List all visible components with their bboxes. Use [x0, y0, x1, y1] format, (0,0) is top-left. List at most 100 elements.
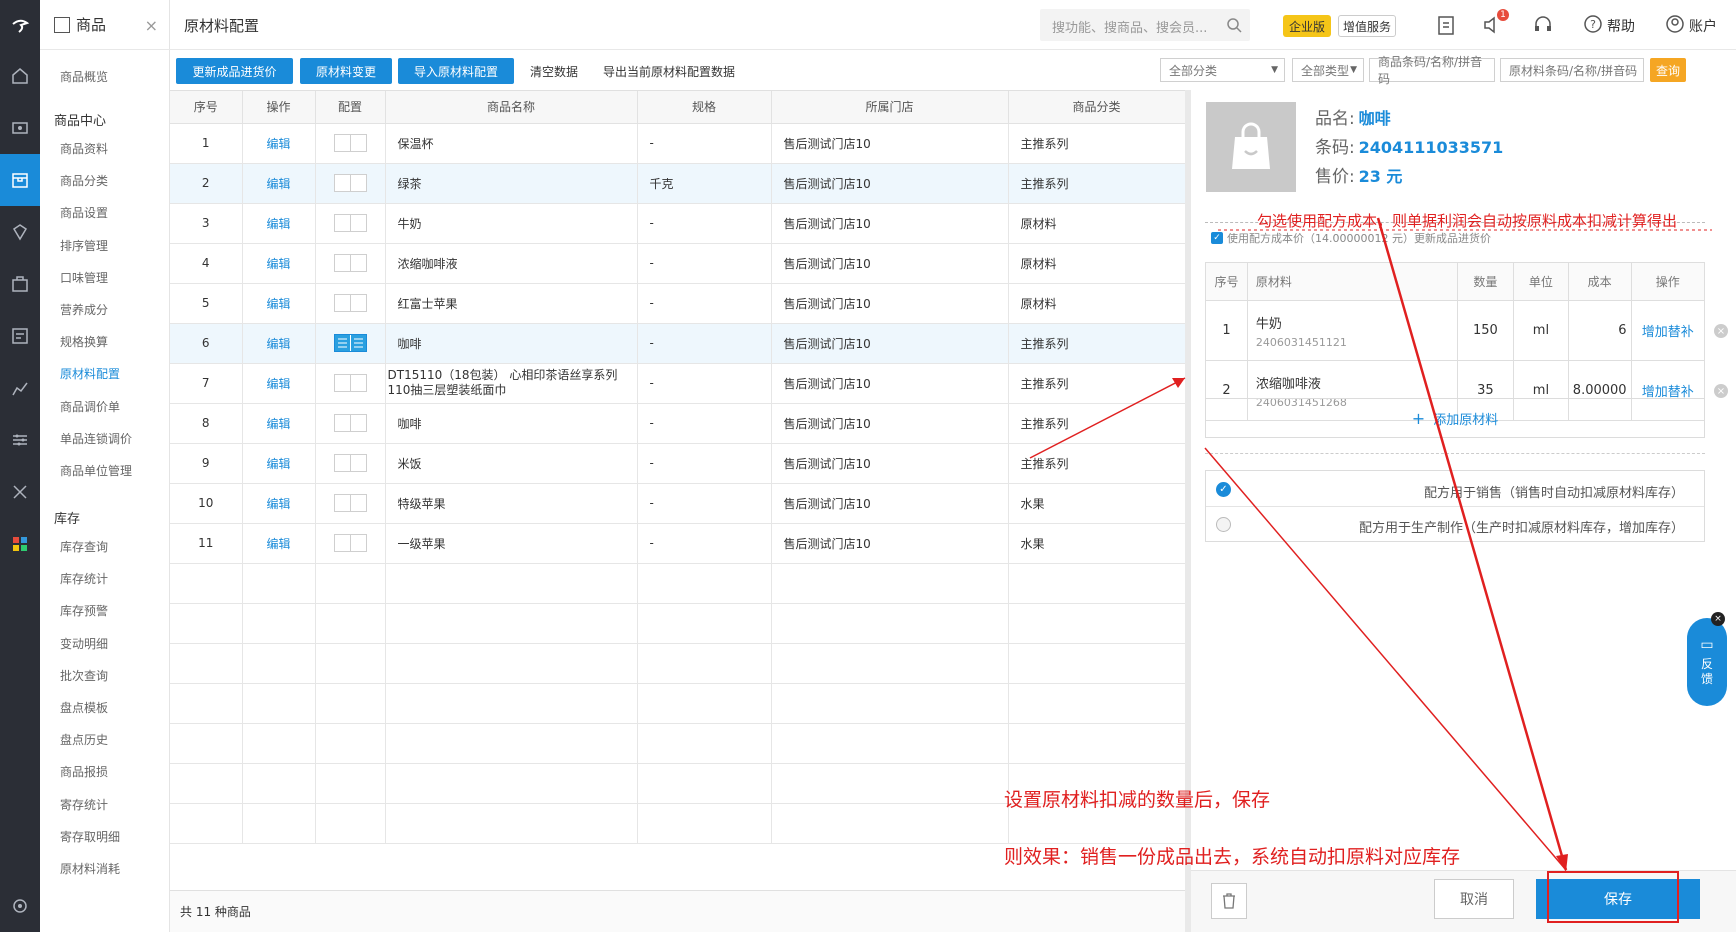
- menu-item[interactable]: 单品连锁调价: [60, 430, 132, 447]
- option-sale[interactable]: ✓ 配方用于销售（销售时自动扣减原材料库存）: [1206, 471, 1704, 507]
- config-book-icon[interactable]: [333, 174, 367, 192]
- feedback-button[interactable]: ▭ 反馈 ×: [1687, 612, 1727, 706]
- purchase-icon[interactable]: [0, 258, 40, 310]
- menu-item[interactable]: 商品分类: [60, 172, 108, 189]
- material-qty[interactable]: 150: [1456, 300, 1515, 361]
- menu-item[interactable]: 原材料配置: [60, 365, 120, 382]
- config-book-icon[interactable]: [333, 214, 367, 232]
- table-row[interactable]: 5 编辑 红富士苹果 - 售后测试门店10 原材料: [170, 283, 1186, 324]
- menu-item[interactable]: 盘点历史: [60, 731, 108, 748]
- menu-item[interactable]: 商品设置: [60, 204, 108, 221]
- config-book-icon[interactable]: [333, 334, 367, 352]
- edit-link[interactable]: 编辑: [266, 457, 290, 471]
- member-icon[interactable]: [0, 206, 40, 258]
- menu-item[interactable]: 盘点模板: [60, 699, 108, 716]
- table-row[interactable]: 9 编辑 米饭 - 售后测试门店10 主推系列: [170, 443, 1186, 484]
- table-row[interactable]: 10 编辑 特级苹果 - 售后测试门店10 水果: [170, 483, 1186, 524]
- headset-icon[interactable]: [1532, 14, 1554, 36]
- config-book-icon[interactable]: [333, 134, 367, 152]
- logo-icon[interactable]: [0, 0, 40, 52]
- edit-link[interactable]: 编辑: [266, 497, 290, 511]
- menu-item[interactable]: 商品单位管理: [60, 462, 132, 479]
- table-row[interactable]: 4 编辑 浓缩咖啡液 - 售后测试门店10 原材料: [170, 243, 1186, 284]
- menu-item[interactable]: 商品调价单: [60, 398, 120, 415]
- edit-link[interactable]: 编辑: [266, 217, 290, 231]
- radio-checked-icon[interactable]: ✓: [1216, 482, 1231, 497]
- home-icon[interactable]: [0, 50, 40, 102]
- account-link[interactable]: 账户: [1689, 16, 1717, 36]
- menu-item[interactable]: 库存预警: [60, 602, 108, 619]
- clipboard-icon[interactable]: [1436, 14, 1456, 36]
- column-header[interactable]: 规格: [637, 91, 772, 124]
- config-book-icon[interactable]: [333, 414, 367, 432]
- edit-link[interactable]: 编辑: [266, 377, 290, 391]
- close-icon[interactable]: ×: [145, 16, 158, 35]
- export-data-button[interactable]: 导出当前原材料配置数据: [594, 58, 744, 84]
- column-header[interactable]: 商品分类: [1008, 91, 1186, 124]
- menu-item[interactable]: 商品资料: [60, 140, 108, 157]
- add-substitute-link[interactable]: 增加替补: [1642, 325, 1694, 340]
- menu-item[interactable]: 商品概览: [60, 68, 108, 85]
- table-row[interactable]: 7 编辑 DT15110（18包装） 心相印茶语丝享系列110抽三层塑装纸面巾 …: [170, 363, 1186, 404]
- type-select[interactable]: 全部类型 ▼: [1292, 58, 1364, 82]
- update-cost-button[interactable]: 更新成品进货价: [176, 58, 293, 84]
- config-book-icon[interactable]: [333, 254, 367, 272]
- edit-link[interactable]: 编辑: [266, 297, 290, 311]
- help-icon[interactable]: ?: [1583, 14, 1603, 34]
- cancel-button[interactable]: 取消: [1434, 879, 1514, 919]
- search-input[interactable]: 搜功能、搜商品、搜会员...: [1052, 17, 1207, 36]
- menu-item[interactable]: 寄存取明细: [60, 828, 120, 845]
- table-row[interactable]: 2 编辑 绿茶 千克 售后测试门店10 主推系列: [170, 163, 1186, 204]
- config-book-icon[interactable]: [333, 374, 367, 392]
- radio-unchecked-icon[interactable]: [1216, 517, 1231, 532]
- user-icon[interactable]: [1665, 14, 1685, 34]
- material-search-input[interactable]: 原材料条码/名称/拼音码: [1500, 58, 1644, 82]
- query-button[interactable]: 查询: [1650, 58, 1686, 82]
- column-header[interactable]: 所属门店: [771, 91, 1009, 124]
- menu-item[interactable]: 变动明细: [60, 635, 108, 652]
- menu-item[interactable]: 规格换算: [60, 333, 108, 350]
- product-search-input[interactable]: 商品条码/名称/拼音码: [1369, 55, 1495, 86]
- global-search[interactable]: 搜功能、搜商品、搜会员...: [1040, 9, 1250, 41]
- config-book-icon[interactable]: [333, 294, 367, 312]
- delete-button[interactable]: [1211, 883, 1247, 919]
- menu-item[interactable]: 寄存统计: [60, 796, 108, 813]
- save-button[interactable]: 保存: [1536, 879, 1700, 919]
- report-icon[interactable]: [0, 310, 40, 362]
- help-link[interactable]: 帮助: [1607, 16, 1635, 36]
- menu-item[interactable]: 库存统计: [60, 570, 108, 587]
- enterprise-badge[interactable]: 企业版: [1283, 15, 1331, 37]
- add-material-button[interactable]: + 添加原材料: [1205, 398, 1705, 438]
- table-row[interactable]: 8 编辑 咖啡 - 售后测试门店10 主推系列: [170, 403, 1186, 444]
- table-row[interactable]: 1 编辑 保温杯 - 售后测试门店10 主推系列: [170, 123, 1186, 164]
- column-header[interactable]: 配置: [315, 91, 386, 124]
- option-produce[interactable]: 配方用于生产制作（生产时扣减原材料库存，增加库存）: [1206, 507, 1704, 542]
- config-book-icon[interactable]: [333, 534, 367, 552]
- apps-icon[interactable]: [0, 518, 40, 570]
- menu-item[interactable]: 口味管理: [60, 269, 108, 286]
- cashier-icon[interactable]: [0, 102, 40, 154]
- material-change-button[interactable]: 原材料变更: [300, 58, 392, 84]
- use-formula-cost-row[interactable]: ✓ 使用配方成本价（14.00000012 元）更新成品进货价: [1211, 230, 1491, 246]
- menu-item[interactable]: 排序管理: [60, 237, 108, 254]
- remove-icon[interactable]: ×: [1714, 384, 1728, 398]
- config-book-icon[interactable]: [333, 454, 367, 472]
- remove-icon[interactable]: ×: [1714, 324, 1728, 338]
- tools-icon[interactable]: [0, 466, 40, 518]
- edit-link[interactable]: 编辑: [266, 337, 290, 351]
- import-config-button[interactable]: 导入原材料配置: [398, 58, 514, 84]
- config-book-icon[interactable]: [333, 494, 367, 512]
- edit-link[interactable]: 编辑: [266, 257, 290, 271]
- menu-item[interactable]: 原材料消耗: [60, 860, 120, 877]
- edit-link[interactable]: 编辑: [266, 537, 290, 551]
- product-icon[interactable]: [0, 154, 40, 206]
- settings-sliders-icon[interactable]: [0, 414, 40, 466]
- table-row[interactable]: 3 编辑 牛奶 - 售后测试门店10 原材料: [170, 203, 1186, 244]
- menu-item[interactable]: 商品报损: [60, 763, 108, 780]
- chart-icon[interactable]: [0, 362, 40, 414]
- search-icon[interactable]: [1226, 17, 1242, 33]
- menu-item[interactable]: 营养成分: [60, 301, 108, 318]
- use-formula-checkbox[interactable]: ✓: [1211, 232, 1223, 244]
- edit-link[interactable]: 编辑: [266, 177, 290, 191]
- column-header[interactable]: 商品名称: [385, 91, 638, 124]
